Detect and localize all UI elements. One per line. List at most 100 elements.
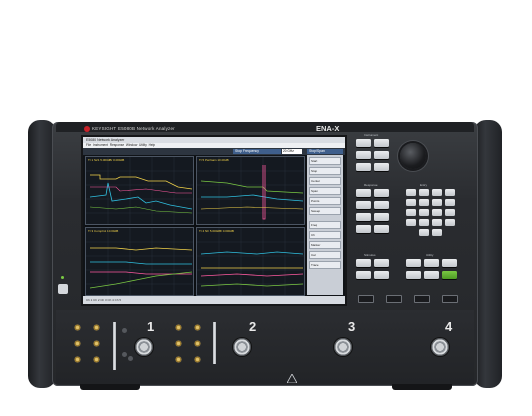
response-key[interactable] [356, 213, 371, 221]
test-port-connector[interactable] [233, 338, 251, 356]
trace-plot[interactable]: Tr 3 CompIn1 10.00dB [85, 227, 194, 296]
menu-item[interactable]: Response [110, 143, 124, 147]
numeric-key[interactable] [432, 189, 442, 196]
softkey[interactable]: Marker [309, 241, 341, 249]
numeric-key[interactable] [419, 219, 429, 226]
esd-warning-icon [286, 370, 298, 388]
usb-port[interactable] [442, 295, 458, 303]
utility-key[interactable] [406, 271, 421, 279]
response-key[interactable] [356, 189, 371, 197]
brand-logo-icon [84, 126, 90, 132]
numeric-key[interactable] [406, 189, 416, 196]
numeric-key[interactable] [419, 229, 429, 236]
instrument-key[interactable] [374, 151, 389, 159]
display-screen[interactable]: E5080 Network Analyzer File Instrument R… [81, 135, 347, 306]
product-name: E5080B Network Analyzer [118, 126, 175, 131]
softkey[interactable]: Freq [309, 221, 341, 229]
right-handle [474, 120, 502, 388]
menu-item[interactable]: Help [149, 143, 156, 147]
stimulus-key[interactable] [374, 271, 389, 279]
menu-item[interactable]: Instrument [93, 143, 108, 147]
menu-item[interactable]: Window [126, 143, 137, 147]
test-port-connector[interactable] [334, 338, 352, 356]
instrument-key[interactable] [374, 139, 389, 147]
numeric-key[interactable] [419, 189, 429, 196]
numeric-key[interactable] [406, 199, 416, 206]
test-port-small[interactable] [74, 324, 81, 331]
response-key[interactable] [356, 201, 371, 209]
softkey[interactable]: Cal [309, 251, 341, 259]
usb-port[interactable] [358, 295, 374, 303]
softkey[interactable]: Ch [309, 231, 341, 239]
softkey[interactable]: Sweep [309, 207, 341, 215]
trace-label: Tr 3 CompIn1 10.00dB [88, 229, 119, 233]
stimulus-key[interactable] [356, 271, 371, 279]
test-port-small[interactable] [175, 340, 182, 347]
power-button[interactable] [58, 284, 68, 294]
stimulus-key[interactable] [374, 259, 389, 267]
test-port-small[interactable] [93, 324, 100, 331]
mount-hole [122, 352, 127, 357]
numeric-key[interactable] [432, 229, 442, 236]
softkey[interactable]: Span [309, 187, 341, 195]
test-port-small[interactable] [74, 340, 81, 347]
softkey[interactable]: Points [309, 197, 341, 205]
trace-plot[interactable]: Tr 1 S21 5.000dB/ 0.000dB [85, 156, 194, 225]
utility-key[interactable] [442, 259, 457, 267]
trace-plot[interactable]: Tr 5 PwrGain 10.00dB [196, 156, 305, 225]
numeric-key[interactable] [432, 209, 442, 216]
numeric-key[interactable] [419, 209, 429, 216]
usb-port[interactable] [386, 295, 402, 303]
test-port-small[interactable] [194, 340, 201, 347]
usb-port[interactable] [414, 295, 430, 303]
preset-key[interactable] [442, 271, 457, 279]
numeric-key[interactable] [432, 199, 442, 206]
channel-status-bar: Ch 1 Ch 2 Ch 3 Ch 4 Ch 5 [83, 296, 345, 304]
utility-key[interactable] [406, 259, 421, 267]
mount-hole [122, 328, 127, 333]
toolbar [83, 148, 345, 155]
test-port-small[interactable] [194, 356, 201, 363]
test-port-small[interactable] [175, 356, 182, 363]
numeric-key[interactable] [432, 219, 442, 226]
response-key[interactable] [374, 225, 389, 233]
model-name: ENA-X [316, 124, 340, 133]
test-port-small[interactable] [175, 324, 182, 331]
softkey[interactable]: Trace [309, 261, 341, 269]
menu-item[interactable]: File [86, 143, 91, 147]
rotary-knob[interactable] [400, 143, 426, 169]
test-port-connector[interactable] [431, 338, 449, 356]
instrument-key[interactable] [356, 139, 371, 147]
instrument-key[interactable] [356, 151, 371, 159]
numeric-key[interactable] [445, 189, 455, 196]
numeric-key[interactable] [406, 219, 416, 226]
test-port-small[interactable] [93, 356, 100, 363]
trace-graph [86, 228, 193, 295]
softkey[interactable]: Center [309, 177, 341, 185]
response-key[interactable] [356, 225, 371, 233]
test-port-small[interactable] [93, 340, 100, 347]
response-key[interactable] [374, 213, 389, 221]
instrument-key[interactable] [374, 163, 389, 171]
test-port-connector[interactable] [135, 338, 153, 356]
entry-section-label: Entry [420, 183, 428, 187]
test-port-small[interactable] [74, 356, 81, 363]
softkey[interactable]: Stop [309, 167, 341, 175]
stimulus-key[interactable] [356, 259, 371, 267]
softkey[interactable]: Start [309, 157, 341, 165]
numeric-key[interactable] [445, 199, 455, 206]
test-port-small[interactable] [194, 324, 201, 331]
utility-key[interactable] [424, 271, 439, 279]
stop-frequency-input[interactable]: 20 GHz [282, 149, 302, 154]
numeric-key[interactable] [445, 209, 455, 216]
menu-item[interactable]: Utility [139, 143, 147, 147]
trace-plot[interactable]: Tr 4 NF 5.000dB/ 0.000dB [196, 227, 305, 296]
softkey-panel: Start Stop Center Span Points Sweep Freq… [307, 155, 343, 295]
numeric-key[interactable] [445, 219, 455, 226]
numeric-key[interactable] [406, 209, 416, 216]
response-key[interactable] [374, 201, 389, 209]
utility-key[interactable] [424, 259, 439, 267]
instrument-key[interactable] [356, 163, 371, 171]
numeric-key[interactable] [419, 199, 429, 206]
response-key[interactable] [374, 189, 389, 197]
